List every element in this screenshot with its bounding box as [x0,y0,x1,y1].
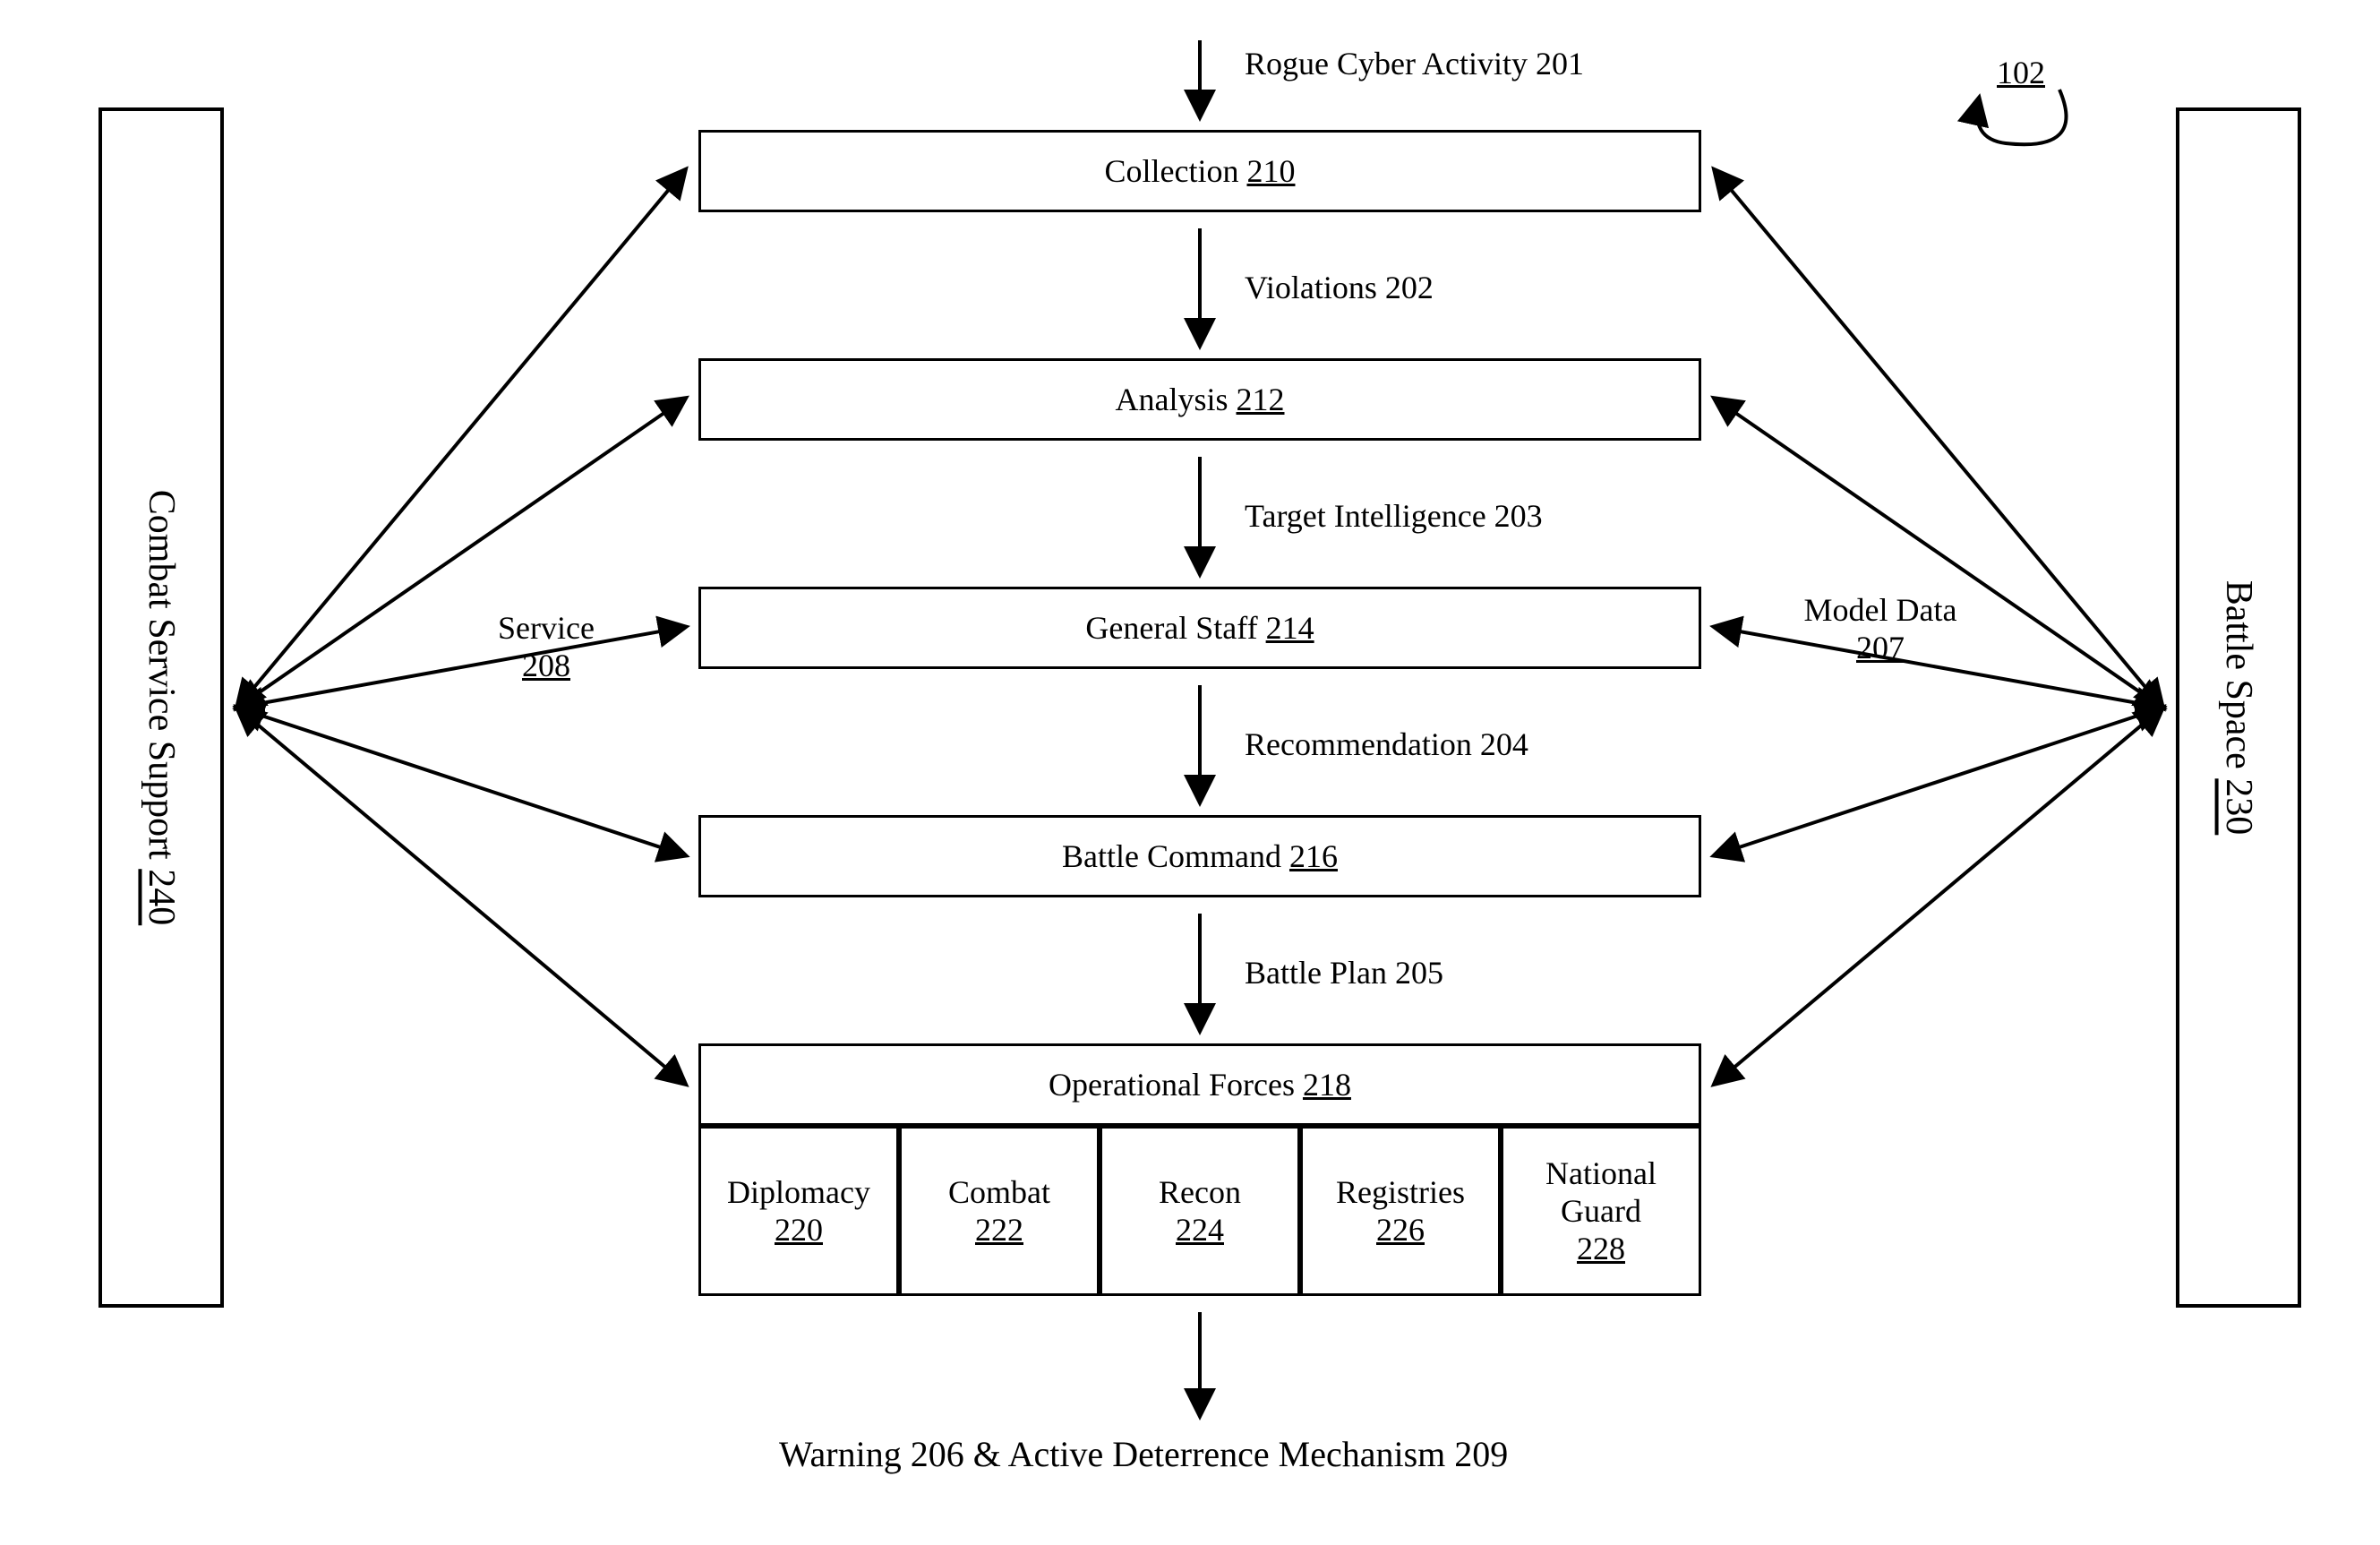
collection-box: Collection 210 [698,130,1701,212]
figure-ref: 102 [1997,54,2045,91]
force-national-guard: National Guard228 [1501,1126,1701,1296]
operational-forces-box: Operational Forces 218 [698,1043,1701,1126]
arrows-overlay [0,0,2380,1545]
combat-service-support-box: Combat Service Support 240 [98,107,224,1308]
force-diplomacy: Diplomacy220 [698,1126,899,1296]
combat-service-support-label: Combat Service Support 240 [140,490,183,925]
force-registries: Registries226 [1300,1126,1501,1296]
battle-space-box: Battle Space 230 [2176,107,2301,1308]
battle-command-box: Battle Command 216 [698,815,1701,897]
general-staff-box: General Staff 214 [698,587,1701,669]
force-combat: Combat222 [899,1126,1100,1296]
force-recon: Recon224 [1100,1126,1300,1296]
analysis-box: Analysis 212 [698,358,1701,441]
battle-space-label: Battle Space 230 [2217,580,2260,836]
flow-rogue-cyber-activity: Rogue Cyber Activity 201 [1245,45,1584,82]
flow-battle-plan: Battle Plan 205 [1245,954,1443,991]
flow-violations: Violations 202 [1245,269,1434,306]
diagram-canvas: 102 Combat Service Support 240 Battle Sp… [0,0,2380,1545]
flow-target-intelligence: Target Intelligence 203 [1245,497,1543,535]
flow-recommendation: Recommendation 204 [1245,725,1528,763]
model-data-label: Model Data207 [1800,591,1961,666]
service-label: Service208 [475,609,618,684]
flow-warning-deterrence: Warning 206 & Active Deterrence Mechanis… [779,1433,1508,1475]
